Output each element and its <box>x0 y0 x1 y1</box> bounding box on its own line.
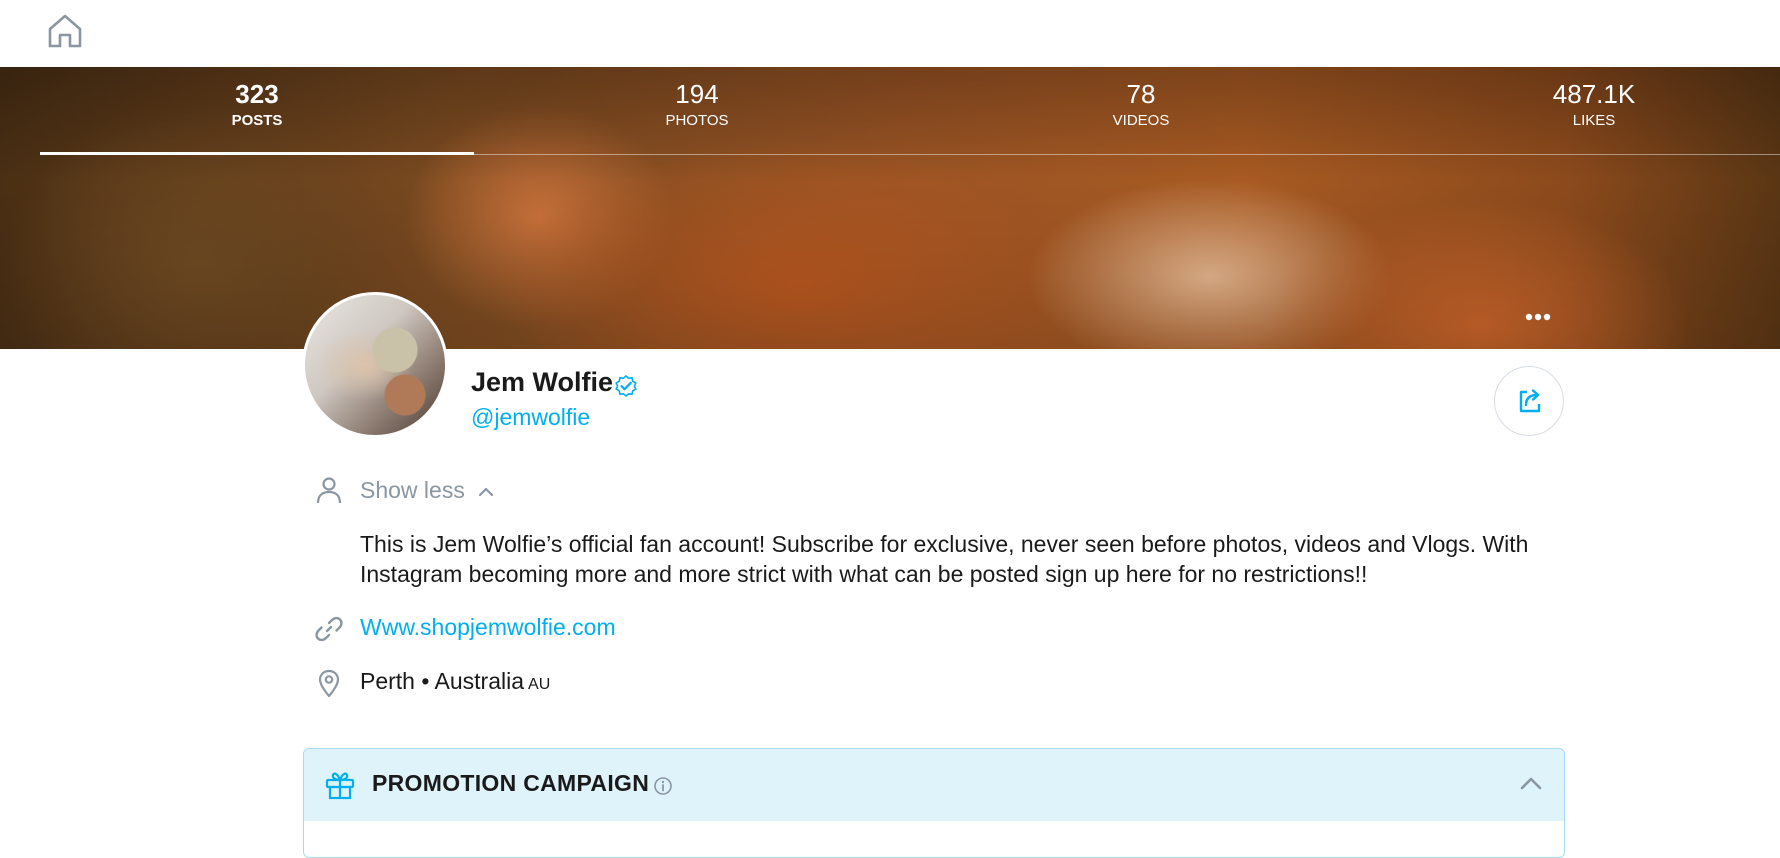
more-options-icon[interactable] <box>1520 305 1556 329</box>
tab-photos[interactable]: 194 PHOTOS <box>597 79 797 131</box>
location-pin-icon <box>318 669 340 698</box>
promotion-campaign-header[interactable]: PROMOTION CAMPAIGN <box>304 749 1564 821</box>
likes-label: LIKES <box>1572 112 1616 129</box>
show-less-toggle[interactable]: Show less <box>360 477 495 504</box>
tab-likes[interactable]: 487.1K LIKES <box>1494 79 1694 131</box>
profile-bio: This is Jem Wolfie’s official fan accoun… <box>360 531 1529 587</box>
posts-count: 323 <box>235 79 279 109</box>
posts-label: POSTS <box>231 112 283 129</box>
profile-location: Perth • Australia AU <box>360 668 550 695</box>
likes-count: 487.1K <box>1552 79 1636 109</box>
promotion-campaign-title: PROMOTION CAMPAIGN <box>372 770 650 796</box>
home-icon[interactable] <box>44 10 86 52</box>
tab-posts[interactable]: 323 POSTS <box>157 79 357 131</box>
promotion-campaign-panel: PROMOTION CAMPAIGN <box>303 748 1565 858</box>
cover-banner: 323 POSTS 194 PHOTOS 78 VIDEOS 487.1K LI… <box>0 67 1780 349</box>
photos-count: 194 <box>675 79 719 109</box>
chevron-up-icon <box>479 487 494 497</box>
chevron-up-icon[interactable] <box>1518 773 1544 795</box>
videos-label: VIDEOS <box>1112 112 1170 129</box>
share-profile-button[interactable] <box>1494 366 1564 436</box>
top-nav-bar <box>0 0 1780 67</box>
info-icon[interactable] <box>653 776 673 796</box>
user-icon <box>316 477 342 504</box>
profile-name: Jem Wolfie <box>471 367 614 397</box>
photos-label: PHOTOS <box>665 112 729 129</box>
videos-count: 78 <box>1126 79 1156 109</box>
active-tab-indicator <box>40 152 474 155</box>
location-text: Perth • Australia <box>360 668 525 694</box>
website-link[interactable]: Www.shopjemwolfie.com <box>360 614 616 641</box>
profile-stats-tabs: 323 POSTS 194 PHOTOS 78 VIDEOS 487.1K LI… <box>40 67 1780 155</box>
avatar[interactable] <box>302 292 448 438</box>
show-less-label: Show less <box>360 477 465 503</box>
gift-icon <box>325 772 355 800</box>
verified-badge-icon <box>615 374 637 398</box>
country-code: AU <box>528 676 551 693</box>
tab-videos[interactable]: 78 VIDEOS <box>1041 79 1241 131</box>
link-icon <box>315 616 343 642</box>
share-icon <box>1519 389 1541 413</box>
profile-handle[interactable]: @jemwolfie <box>471 404 590 431</box>
